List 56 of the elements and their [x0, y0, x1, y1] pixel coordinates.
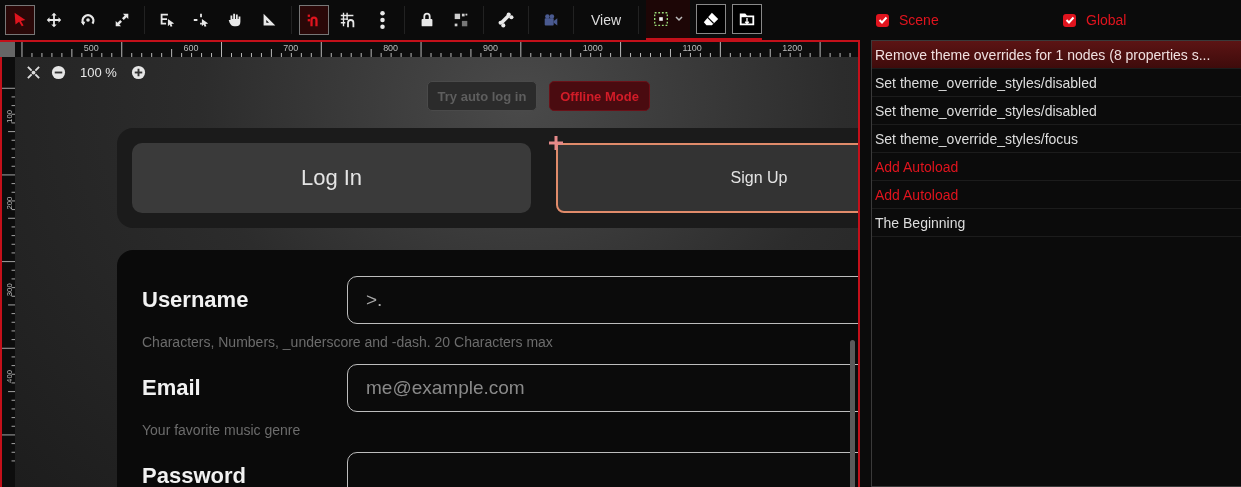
field-hint: Your favorite music genre: [142, 422, 302, 438]
field-label: Password: [142, 463, 247, 487]
tab[interactable]: Sign Up: [556, 143, 858, 213]
caret-icon: [674, 14, 685, 24]
ruler-label: 400: [4, 369, 14, 383]
move-icon: [45, 11, 63, 29]
zoom-out-icon[interactable]: [51, 65, 66, 80]
history-item[interactable]: Remove theme overrides for 1 nodes (8 properties s...: [872, 41, 1241, 69]
input-field[interactable]: >.: [347, 276, 858, 324]
history-item[interactable]: Set theme_override_styles/disabled: [872, 97, 1241, 125]
ruler-label: 1200: [782, 43, 803, 53]
selection-box-icon: [652, 10, 671, 28]
history-item[interactable]: The Beginning: [872, 209, 1241, 237]
ruler-label: 700: [283, 43, 299, 53]
history-item[interactable]: Set theme_override_styles/focus: [872, 125, 1241, 153]
history-item[interactable]: Add Autoload: [872, 153, 1241, 181]
ruler-label: 1100: [682, 43, 702, 53]
eraser-icon: [702, 10, 721, 28]
pivot-marker-icon: [548, 135, 564, 151]
ruler-label: 900: [482, 43, 498, 53]
group-icon: [452, 11, 470, 29]
field-label: Username: [142, 287, 250, 313]
history-item[interactable]: Set theme_override_styles/disabled: [872, 69, 1241, 97]
filter-label: Scene: [899, 12, 939, 28]
zoom-level[interactable]: 100 %: [80, 65, 117, 80]
selection-dropdown[interactable]: [646, 0, 691, 38]
folder-toggle-button[interactable]: [732, 4, 763, 34]
checkbox[interactable]: [876, 13, 889, 27]
field-hint: Characters, Numbers, _underscore and -dash. 20 Characters max: [142, 334, 554, 350]
ruler-label: 200: [4, 196, 14, 210]
select-arrow-tool-button[interactable]: [5, 5, 35, 35]
checkbox[interactable]: [1063, 13, 1076, 27]
scrollbar[interactable]: [850, 340, 855, 487]
center-view-icon[interactable]: [26, 65, 41, 80]
field-label: Email: [142, 375, 202, 401]
grid-snap-icon: [339, 11, 357, 29]
eraser-toggle-button[interactable]: [696, 4, 727, 34]
tab[interactable]: Log In: [132, 143, 531, 213]
view-menu[interactable]: View: [581, 5, 632, 35]
ruler-label: 100: [4, 109, 14, 123]
filter-label: Global: [1086, 12, 1127, 28]
ruler-label: 300: [4, 283, 14, 297]
bone-icon: [497, 11, 515, 29]
input-field[interactable]: me@example.com: [347, 364, 858, 412]
ruler-label: 1000: [582, 43, 603, 53]
ruler-label: 500: [83, 43, 99, 53]
snap-tool-button[interactable]: [299, 5, 329, 35]
pivot-icon: [192, 11, 210, 29]
ruler-label: 800: [383, 43, 399, 53]
zoom-in-icon[interactable]: [130, 65, 146, 80]
list-select-icon: [158, 11, 176, 29]
scale-icon: [113, 11, 131, 29]
history-item[interactable]: Add Autoload: [872, 181, 1241, 209]
ruler-corner: [0, 42, 15, 57]
more-icon: [379, 11, 385, 29]
ruler-label: 600: [183, 43, 199, 53]
